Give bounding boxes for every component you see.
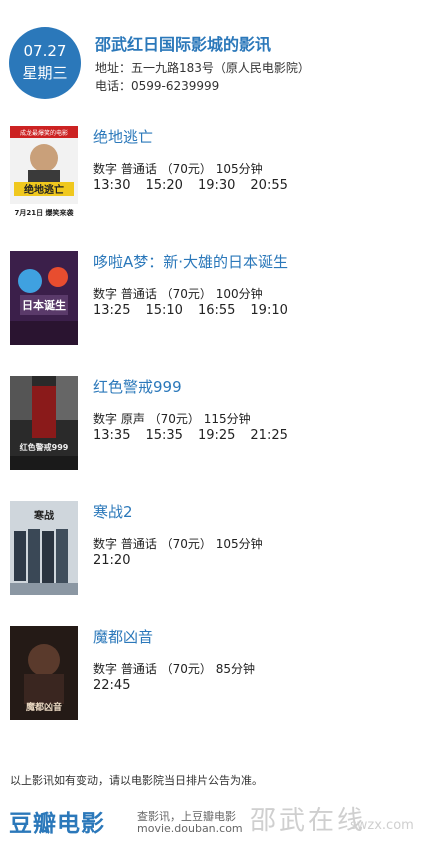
movie-item[interactable]: 寒战 寒战2 数字 普通话 （70元） 105分钟 21:20 <box>0 501 440 611</box>
cinema-name[interactable]: 邵武红日国际影城的影讯 <box>95 31 271 55</box>
showtime[interactable]: 15:20 <box>145 178 182 193</box>
showtime[interactable]: 19:30 <box>198 178 235 193</box>
watermark-url: swzx.com <box>350 818 414 833</box>
poster-release: 7月21日 爆笑来袭 <box>14 208 74 217</box>
movie-title[interactable]: 绝地逃亡 <box>93 126 153 147</box>
douban-movie-logo[interactable]: 豆瓣电影 <box>9 804 105 838</box>
cinema-address: 地址：五一九路183号（原人民电影院） <box>95 61 310 75</box>
movie-title[interactable]: 红色警戒999 <box>93 376 182 397</box>
movie-poster[interactable]: 成龙最爆笑的电影 绝地逃亡 7月21日 爆笑来袭 <box>10 126 78 220</box>
showtimes: 21:20 <box>93 553 145 568</box>
date-label: 07.27 <box>23 42 67 60</box>
footer-url[interactable]: movie.douban.com <box>137 822 243 835</box>
showtimes: 13:35 15:35 19:25 21:25 <box>93 428 303 443</box>
showtime[interactable]: 20:55 <box>250 178 287 193</box>
showtime[interactable]: 15:35 <box>145 428 182 443</box>
showtime[interactable]: 15:10 <box>145 303 182 318</box>
watermark: 邵武在线 <box>250 806 367 836</box>
movie-meta: 数字 普通话 （70元） 105分钟 <box>93 162 263 176</box>
poster-title: 寒战 <box>33 509 54 522</box>
movie-item[interactable]: 日本诞生 哆啦A梦：新·大雄的日本诞生 数字 普通话 （70元） 100分钟 1… <box>0 251 440 361</box>
movie-item[interactable]: 魔都凶音 魔都凶音 数字 普通话 （70元） 85分钟 22:45 <box>0 626 440 736</box>
movie-title[interactable]: 寒战2 <box>93 501 133 522</box>
showtime[interactable]: 13:30 <box>93 178 130 193</box>
showtime[interactable]: 22:45 <box>93 678 130 693</box>
showtime[interactable]: 13:25 <box>93 303 130 318</box>
movie-meta: 数字 普通话 （70元） 85分钟 <box>93 662 255 676</box>
showtimes: 13:25 15:10 16:55 19:10 <box>93 303 303 318</box>
showtime[interactable]: 21:20 <box>93 553 130 568</box>
movie-meta: 数字 普通话 （70元） 105分钟 <box>93 537 263 551</box>
showtime[interactable]: 21:25 <box>250 428 287 443</box>
movie-item[interactable]: 红色警戒999 红色警戒999 数字 原声 （70元） 115分钟 13:35 1… <box>0 376 440 486</box>
movie-title[interactable]: 哆啦A梦：新·大雄的日本诞生 <box>93 251 288 272</box>
movie-item[interactable]: 成龙最爆笑的电影 绝地逃亡 7月21日 爆笑来袭 绝地逃亡 数字 普通话 （70… <box>0 126 440 236</box>
movie-meta: 数字 原声 （70元） 115分钟 <box>93 412 251 426</box>
showtime[interactable]: 19:10 <box>250 303 287 318</box>
cinema-phone[interactable]: 电话：0599-6239999 <box>95 77 219 94</box>
movie-poster[interactable]: 红色警戒999 <box>10 376 78 470</box>
movie-meta: 数字 普通话 （70元） 100分钟 <box>93 287 263 301</box>
movie-poster[interactable]: 日本诞生 <box>10 251 78 345</box>
poster-tagline: 成龙最爆笑的电影 <box>20 129 68 137</box>
showtimes: 22:45 <box>93 678 145 693</box>
weekday-label: 星期三 <box>22 64 68 82</box>
showtime[interactable]: 19:25 <box>198 428 235 443</box>
showtime[interactable]: 16:55 <box>198 303 235 318</box>
schedule-notice: 以上影讯如有变动，请以电影院当日排片公告为准。 <box>10 774 263 787</box>
movie-title[interactable]: 魔都凶音 <box>93 626 153 647</box>
poster-title: 红色警戒999 <box>20 442 69 452</box>
showtime[interactable]: 13:35 <box>93 428 130 443</box>
date-badge: 07.27 星期三 <box>9 27 81 99</box>
movie-poster[interactable]: 寒战 <box>10 501 78 595</box>
poster-title: 绝地逃亡 <box>24 183 64 196</box>
poster-title: 魔都凶音 <box>25 701 62 713</box>
showtimes: 13:30 15:20 19:30 20:55 <box>93 178 303 193</box>
poster-title: 日本诞生 <box>22 298 66 312</box>
cinema-header: 07.27 星期三 邵武红日国际影城的影讯 地址：五一九路183号（原人民电影院… <box>0 0 440 110</box>
movie-poster[interactable]: 魔都凶音 <box>10 626 78 720</box>
